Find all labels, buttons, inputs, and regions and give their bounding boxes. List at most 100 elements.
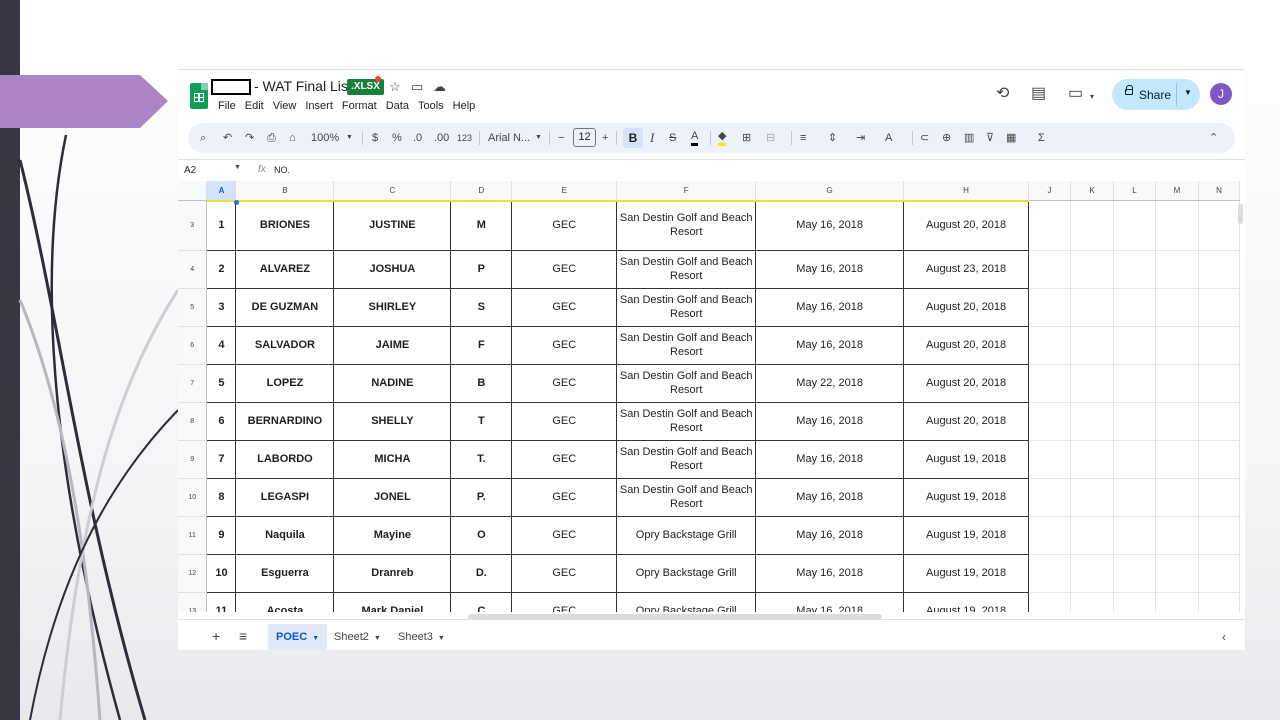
cell-sponsor[interactable]: GEC xyxy=(511,591,618,612)
menu-edit[interactable]: Edit xyxy=(245,100,269,112)
cell-last-name[interactable]: BERNARDINO xyxy=(235,401,335,441)
collapse-menus-icon[interactable]: ⌃ xyxy=(1209,130,1218,146)
paint-format-icon[interactable]: ⌂ xyxy=(289,130,296,146)
empty-cell[interactable] xyxy=(1155,326,1199,365)
cell-end-date[interactable]: August 20, 2018 xyxy=(903,363,1030,403)
number-format-button[interactable]: 123 xyxy=(457,130,472,146)
cell-last-name[interactable]: Naquila xyxy=(235,515,335,555)
col-header-e[interactable]: E xyxy=(511,181,618,201)
cell-end-date[interactable]: August 20, 2018 xyxy=(903,199,1030,251)
menu-format[interactable]: Format xyxy=(342,100,382,112)
cell-start-date[interactable]: May 16, 2018 xyxy=(755,591,905,612)
cell-start-date[interactable]: May 16, 2018 xyxy=(755,515,905,555)
name-box-caret-icon[interactable]: ▼ xyxy=(234,164,241,171)
table-row[interactable]: 11 9 Naquila Mayine O GEC Opry Backstage Grill… xyxy=(178,515,1240,555)
empty-cell[interactable] xyxy=(1198,200,1240,251)
empty-cell[interactable] xyxy=(1113,440,1156,479)
formula-input[interactable]: NO. xyxy=(274,165,290,175)
cell-no[interactable]: 6 xyxy=(206,401,237,441)
cell-middle-initial[interactable]: O xyxy=(450,515,513,555)
move-folder-icon[interactable]: ▭ xyxy=(411,80,423,94)
empty-cell[interactable] xyxy=(1155,478,1199,517)
row-number[interactable]: 12 xyxy=(178,554,208,593)
tab-sheet3[interactable]: Sheet3 ▼ xyxy=(390,624,453,650)
empty-cell[interactable] xyxy=(1155,364,1199,403)
star-icon[interactable]: ☆ xyxy=(389,80,401,94)
insert-link-icon[interactable]: ⊂ xyxy=(920,130,929,146)
zoom-caret-icon[interactable]: ▼ xyxy=(346,130,353,146)
text-wrap-icon[interactable]: ⇥ xyxy=(856,130,865,146)
cell-end-date[interactable]: August 20, 2018 xyxy=(903,325,1030,365)
text-color-icon[interactable]: A xyxy=(691,130,699,146)
empty-cell[interactable] xyxy=(1028,326,1072,365)
percent-button[interactable]: % xyxy=(392,130,402,146)
col-header-h[interactable]: H xyxy=(903,181,1030,201)
font-select[interactable]: Arial N... xyxy=(488,130,530,146)
empty-cell[interactable] xyxy=(1198,326,1240,365)
empty-cell[interactable] xyxy=(1198,554,1240,593)
cell-middle-initial[interactable]: T xyxy=(450,401,513,441)
cell-no[interactable]: 7 xyxy=(206,439,237,479)
cell-last-name[interactable]: LOPEZ xyxy=(235,363,335,403)
cloud-status-icon[interactable]: ☁ xyxy=(433,80,446,94)
empty-cell[interactable] xyxy=(1155,516,1199,555)
tab-caret-icon[interactable]: ▼ xyxy=(438,635,445,642)
cell-employer[interactable]: San Destin Golf and Beach Resort xyxy=(616,199,757,251)
cell-first-name[interactable]: Mark Daniel xyxy=(333,591,452,612)
empty-cell[interactable] xyxy=(1113,402,1156,441)
row-number[interactable]: 10 xyxy=(178,478,208,517)
cell-start-date[interactable]: May 16, 2018 xyxy=(755,477,905,517)
cell-middle-initial[interactable]: T. xyxy=(450,439,513,479)
empty-cell[interactable] xyxy=(1113,326,1156,365)
comments-icon[interactable]: ▤ xyxy=(1031,85,1046,103)
cell-end-date[interactable]: August 19, 2018 xyxy=(903,477,1030,517)
cell-start-date[interactable]: May 16, 2018 xyxy=(755,439,905,479)
cell-end-date[interactable]: August 20, 2018 xyxy=(903,401,1030,441)
empty-cell[interactable] xyxy=(1113,364,1156,403)
empty-cell[interactable] xyxy=(1155,440,1199,479)
cell-last-name[interactable]: LABORDO xyxy=(235,439,335,479)
menu-tools[interactable]: Tools xyxy=(418,100,449,112)
cell-start-date[interactable]: May 16, 2018 xyxy=(755,287,905,327)
empty-cell[interactable] xyxy=(1113,250,1156,289)
meet-caret-icon[interactable]: ▾ xyxy=(1090,88,1094,106)
cell-no[interactable]: 8 xyxy=(206,477,237,517)
empty-cell[interactable] xyxy=(1070,364,1114,403)
col-header-n[interactable]: N xyxy=(1198,181,1240,201)
version-history-icon[interactable]: ⟲ xyxy=(996,85,1009,103)
tab-caret-icon[interactable]: ▼ xyxy=(312,635,319,642)
cell-no[interactable]: 5 xyxy=(206,363,237,403)
name-box[interactable]: A2 xyxy=(182,163,242,179)
table-row[interactable]: 3 1 BRIONES JUSTINE M GEC San Destin Golf and … xyxy=(178,199,1240,251)
cell-no[interactable]: 3 xyxy=(206,287,237,327)
cell-employer[interactable]: San Destin Golf and Beach Resort xyxy=(616,287,757,327)
cell-last-name[interactable]: Acosta xyxy=(235,591,335,612)
add-sheet-icon[interactable]: + xyxy=(212,628,220,644)
cell-employer[interactable]: San Destin Golf and Beach Resort xyxy=(616,363,757,403)
bold-button[interactable]: B xyxy=(623,128,643,148)
cell-employer[interactable]: Opry Backstage Grill xyxy=(616,553,757,593)
cell-middle-initial[interactable]: P xyxy=(450,249,513,289)
col-header-c[interactable]: C xyxy=(333,181,452,201)
table-row[interactable]: 5 3 DE GUZMAN SHIRLEY S GEC San Destin Golf an… xyxy=(178,287,1240,327)
empty-cell[interactable] xyxy=(1155,288,1199,327)
collapse-side-panel-icon[interactable]: ‹ xyxy=(1222,630,1226,644)
menu-insert[interactable]: Insert xyxy=(305,100,338,112)
tab-poec[interactable]: POEC ▼ xyxy=(268,624,328,650)
vertical-align-icon[interactable]: ⇕ xyxy=(828,130,837,146)
cell-middle-initial[interactable]: P. xyxy=(450,477,513,517)
empty-cell[interactable] xyxy=(1070,326,1114,365)
empty-cell[interactable] xyxy=(1198,516,1240,555)
menu-data[interactable]: Data xyxy=(386,100,414,112)
empty-cell[interactable] xyxy=(1028,440,1072,479)
empty-cell[interactable] xyxy=(1155,592,1199,612)
empty-cell[interactable] xyxy=(1113,516,1156,555)
empty-cell[interactable] xyxy=(1198,592,1240,612)
share-button[interactable]: Share ▼ xyxy=(1112,79,1200,110)
empty-cell[interactable] xyxy=(1070,288,1114,327)
horizontal-align-icon[interactable]: ≡ xyxy=(800,130,806,146)
cell-start-date[interactable]: May 16, 2018 xyxy=(755,249,905,289)
empty-cell[interactable] xyxy=(1198,250,1240,289)
empty-cell[interactable] xyxy=(1155,250,1199,289)
cell-no[interactable]: 4 xyxy=(206,325,237,365)
